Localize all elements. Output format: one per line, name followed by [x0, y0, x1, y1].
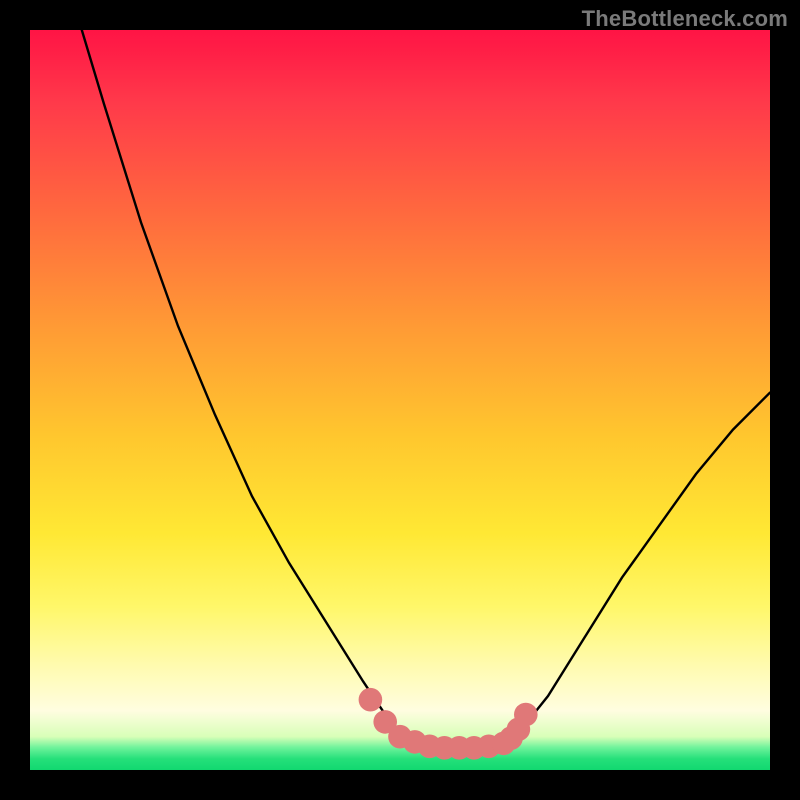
watermark-text: TheBottleneck.com [582, 6, 788, 32]
chart-svg [30, 30, 770, 770]
marker-dot [359, 688, 383, 712]
marker-dot [514, 703, 538, 727]
chart-frame: TheBottleneck.com [0, 0, 800, 800]
highlight-markers [359, 688, 538, 760]
bottleneck-curve [82, 30, 770, 748]
plot-area [30, 30, 770, 770]
